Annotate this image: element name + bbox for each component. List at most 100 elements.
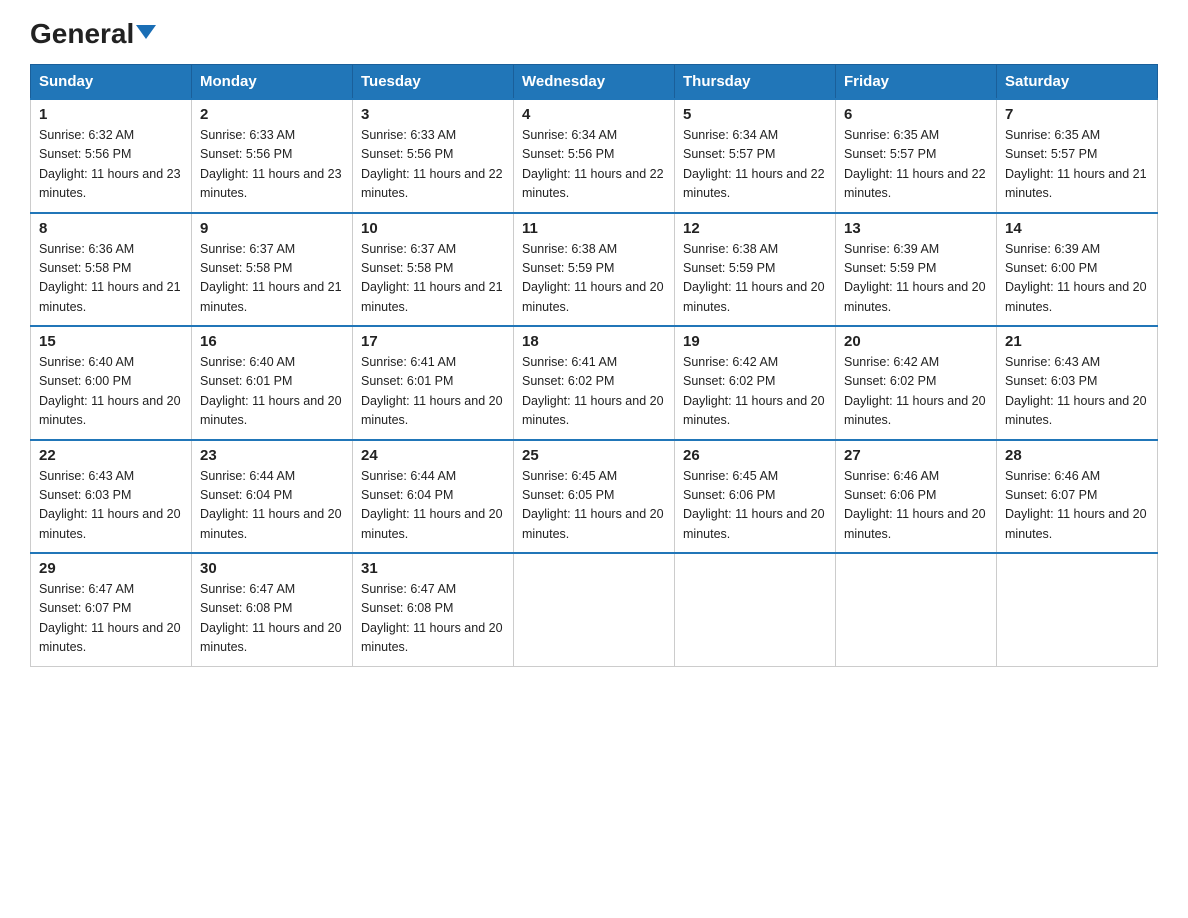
day-cell-30: 30 Sunrise: 6:47 AM Sunset: 6:08 PM Dayl… [192, 553, 353, 666]
day-cell-4: 4 Sunrise: 6:34 AM Sunset: 5:56 PM Dayli… [514, 99, 675, 213]
day-number: 18 [522, 333, 666, 350]
day-info: Sunrise: 6:44 AM Sunset: 6:04 PM Dayligh… [361, 467, 505, 545]
day-cell-15: 15 Sunrise: 6:40 AM Sunset: 6:00 PM Dayl… [31, 326, 192, 440]
weekday-header-friday: Friday [836, 65, 997, 100]
day-info: Sunrise: 6:40 AM Sunset: 6:00 PM Dayligh… [39, 353, 183, 431]
day-info: Sunrise: 6:43 AM Sunset: 6:03 PM Dayligh… [39, 467, 183, 545]
day-info: Sunrise: 6:39 AM Sunset: 5:59 PM Dayligh… [844, 240, 988, 318]
day-info: Sunrise: 6:47 AM Sunset: 6:07 PM Dayligh… [39, 580, 183, 658]
week-row-3: 15 Sunrise: 6:40 AM Sunset: 6:00 PM Dayl… [31, 326, 1158, 440]
day-number: 6 [844, 106, 988, 123]
day-number: 9 [200, 220, 344, 237]
day-cell-20: 20 Sunrise: 6:42 AM Sunset: 6:02 PM Dayl… [836, 326, 997, 440]
day-number: 19 [683, 333, 827, 350]
day-info: Sunrise: 6:33 AM Sunset: 5:56 PM Dayligh… [361, 126, 505, 204]
day-info: Sunrise: 6:45 AM Sunset: 6:05 PM Dayligh… [522, 467, 666, 545]
day-cell-3: 3 Sunrise: 6:33 AM Sunset: 5:56 PM Dayli… [353, 99, 514, 213]
day-info: Sunrise: 6:47 AM Sunset: 6:08 PM Dayligh… [361, 580, 505, 658]
day-cell-26: 26 Sunrise: 6:45 AM Sunset: 6:06 PM Dayl… [675, 440, 836, 554]
day-info: Sunrise: 6:34 AM Sunset: 5:57 PM Dayligh… [683, 126, 827, 204]
day-number: 16 [200, 333, 344, 350]
day-info: Sunrise: 6:36 AM Sunset: 5:58 PM Dayligh… [39, 240, 183, 318]
day-number: 14 [1005, 220, 1149, 237]
calendar-table: SundayMondayTuesdayWednesdayThursdayFrid… [30, 64, 1158, 667]
day-number: 3 [361, 106, 505, 123]
day-cell-13: 13 Sunrise: 6:39 AM Sunset: 5:59 PM Dayl… [836, 213, 997, 327]
weekday-header-row: SundayMondayTuesdayWednesdayThursdayFrid… [31, 65, 1158, 100]
day-cell-2: 2 Sunrise: 6:33 AM Sunset: 5:56 PM Dayli… [192, 99, 353, 213]
empty-cell-w4-d5 [836, 553, 997, 666]
day-info: Sunrise: 6:38 AM Sunset: 5:59 PM Dayligh… [683, 240, 827, 318]
weekday-header-monday: Monday [192, 65, 353, 100]
day-cell-23: 23 Sunrise: 6:44 AM Sunset: 6:04 PM Dayl… [192, 440, 353, 554]
day-cell-1: 1 Sunrise: 6:32 AM Sunset: 5:56 PM Dayli… [31, 99, 192, 213]
day-info: Sunrise: 6:37 AM Sunset: 5:58 PM Dayligh… [200, 240, 344, 318]
day-number: 30 [200, 560, 344, 577]
day-number: 21 [1005, 333, 1149, 350]
day-cell-10: 10 Sunrise: 6:37 AM Sunset: 5:58 PM Dayl… [353, 213, 514, 327]
day-cell-28: 28 Sunrise: 6:46 AM Sunset: 6:07 PM Dayl… [997, 440, 1158, 554]
day-cell-11: 11 Sunrise: 6:38 AM Sunset: 5:59 PM Dayl… [514, 213, 675, 327]
logo: General [30, 20, 156, 46]
day-number: 26 [683, 447, 827, 464]
day-info: Sunrise: 6:40 AM Sunset: 6:01 PM Dayligh… [200, 353, 344, 431]
day-info: Sunrise: 6:33 AM Sunset: 5:56 PM Dayligh… [200, 126, 344, 204]
day-cell-27: 27 Sunrise: 6:46 AM Sunset: 6:06 PM Dayl… [836, 440, 997, 554]
week-row-2: 8 Sunrise: 6:36 AM Sunset: 5:58 PM Dayli… [31, 213, 1158, 327]
page-header: General [30, 20, 1158, 46]
day-cell-25: 25 Sunrise: 6:45 AM Sunset: 6:05 PM Dayl… [514, 440, 675, 554]
day-number: 10 [361, 220, 505, 237]
day-info: Sunrise: 6:35 AM Sunset: 5:57 PM Dayligh… [1005, 126, 1149, 204]
day-info: Sunrise: 6:47 AM Sunset: 6:08 PM Dayligh… [200, 580, 344, 658]
day-cell-14: 14 Sunrise: 6:39 AM Sunset: 6:00 PM Dayl… [997, 213, 1158, 327]
day-info: Sunrise: 6:43 AM Sunset: 6:03 PM Dayligh… [1005, 353, 1149, 431]
week-row-4: 22 Sunrise: 6:43 AM Sunset: 6:03 PM Dayl… [31, 440, 1158, 554]
day-cell-6: 6 Sunrise: 6:35 AM Sunset: 5:57 PM Dayli… [836, 99, 997, 213]
day-number: 8 [39, 220, 183, 237]
day-cell-17: 17 Sunrise: 6:41 AM Sunset: 6:01 PM Dayl… [353, 326, 514, 440]
day-cell-19: 19 Sunrise: 6:42 AM Sunset: 6:02 PM Dayl… [675, 326, 836, 440]
day-cell-21: 21 Sunrise: 6:43 AM Sunset: 6:03 PM Dayl… [997, 326, 1158, 440]
empty-cell-w4-d6 [997, 553, 1158, 666]
day-number: 13 [844, 220, 988, 237]
day-number: 15 [39, 333, 183, 350]
logo-general: General [30, 20, 156, 48]
empty-cell-w4-d3 [514, 553, 675, 666]
weekday-header-thursday: Thursday [675, 65, 836, 100]
day-info: Sunrise: 6:45 AM Sunset: 6:06 PM Dayligh… [683, 467, 827, 545]
weekday-header-sunday: Sunday [31, 65, 192, 100]
day-number: 7 [1005, 106, 1149, 123]
day-info: Sunrise: 6:39 AM Sunset: 6:00 PM Dayligh… [1005, 240, 1149, 318]
day-info: Sunrise: 6:46 AM Sunset: 6:06 PM Dayligh… [844, 467, 988, 545]
day-info: Sunrise: 6:46 AM Sunset: 6:07 PM Dayligh… [1005, 467, 1149, 545]
day-info: Sunrise: 6:41 AM Sunset: 6:01 PM Dayligh… [361, 353, 505, 431]
day-info: Sunrise: 6:42 AM Sunset: 6:02 PM Dayligh… [844, 353, 988, 431]
weekday-header-tuesday: Tuesday [353, 65, 514, 100]
day-number: 22 [39, 447, 183, 464]
day-cell-22: 22 Sunrise: 6:43 AM Sunset: 6:03 PM Dayl… [31, 440, 192, 554]
day-number: 28 [1005, 447, 1149, 464]
day-number: 27 [844, 447, 988, 464]
week-row-1: 1 Sunrise: 6:32 AM Sunset: 5:56 PM Dayli… [31, 99, 1158, 213]
day-info: Sunrise: 6:41 AM Sunset: 6:02 PM Dayligh… [522, 353, 666, 431]
day-cell-7: 7 Sunrise: 6:35 AM Sunset: 5:57 PM Dayli… [997, 99, 1158, 213]
day-number: 29 [39, 560, 183, 577]
day-info: Sunrise: 6:42 AM Sunset: 6:02 PM Dayligh… [683, 353, 827, 431]
empty-cell-w4-d4 [675, 553, 836, 666]
day-number: 31 [361, 560, 505, 577]
day-number: 1 [39, 106, 183, 123]
day-number: 5 [683, 106, 827, 123]
day-number: 25 [522, 447, 666, 464]
day-number: 23 [200, 447, 344, 464]
day-number: 12 [683, 220, 827, 237]
day-number: 2 [200, 106, 344, 123]
week-row-5: 29 Sunrise: 6:47 AM Sunset: 6:07 PM Dayl… [31, 553, 1158, 666]
day-number: 24 [361, 447, 505, 464]
day-cell-5: 5 Sunrise: 6:34 AM Sunset: 5:57 PM Dayli… [675, 99, 836, 213]
weekday-header-wednesday: Wednesday [514, 65, 675, 100]
day-info: Sunrise: 6:32 AM Sunset: 5:56 PM Dayligh… [39, 126, 183, 204]
logo-triangle-icon [136, 25, 156, 39]
day-info: Sunrise: 6:35 AM Sunset: 5:57 PM Dayligh… [844, 126, 988, 204]
weekday-header-saturday: Saturday [997, 65, 1158, 100]
day-number: 17 [361, 333, 505, 350]
